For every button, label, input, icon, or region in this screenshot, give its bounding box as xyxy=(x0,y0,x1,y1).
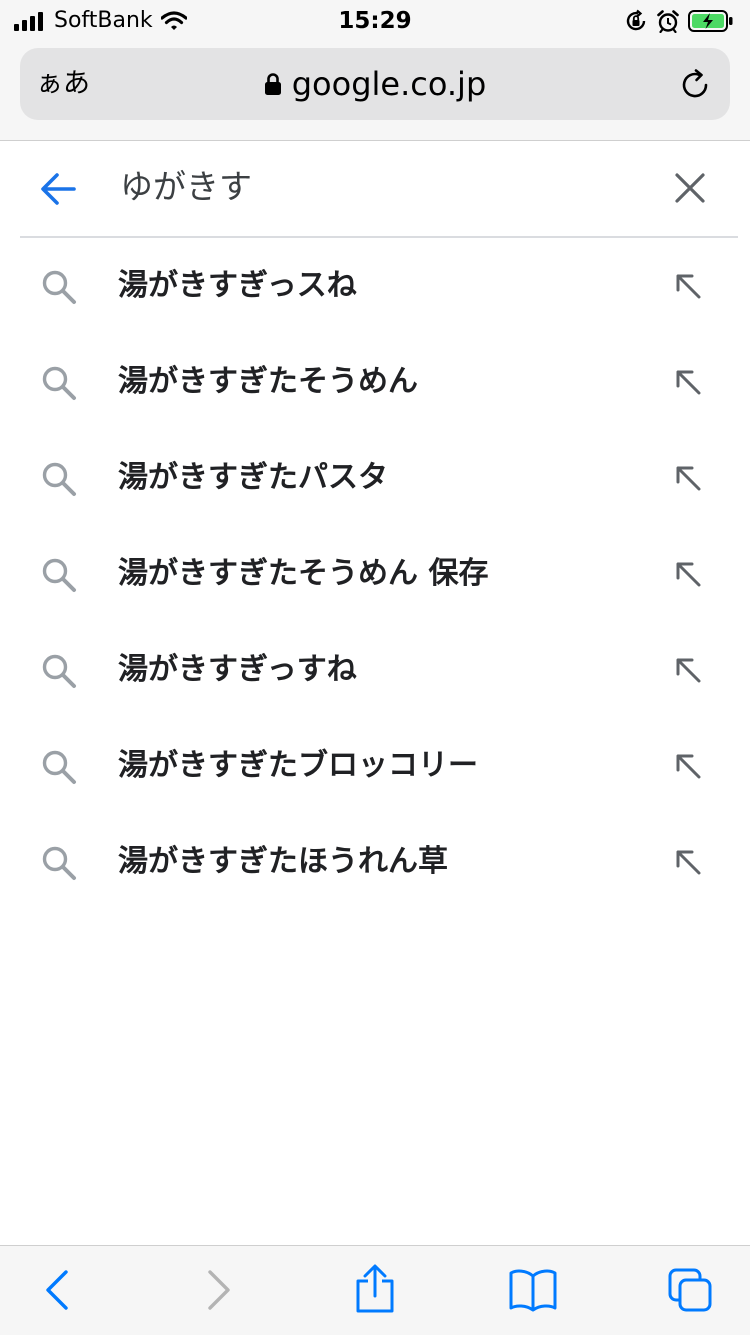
suggestion-text: 湯がきすぎたブロッコリー xyxy=(118,748,478,783)
search-input[interactable]: ゆがきす xyxy=(120,163,252,211)
fill-query-arrow-icon[interactable] xyxy=(674,560,702,588)
search-icon xyxy=(42,270,76,304)
bookmarks-icon[interactable] xyxy=(508,1268,558,1312)
suggestion-text: 湯がきすぎたそうめん xyxy=(118,364,418,399)
clear-icon[interactable] xyxy=(674,172,706,204)
status-bar: SoftBank 15:29 xyxy=(0,0,750,40)
suggestion-item[interactable]: 湯がきすぎたほうれん草 xyxy=(0,814,750,910)
reload-icon[interactable] xyxy=(678,68,712,102)
forward-icon[interactable] xyxy=(200,1268,236,1312)
search-icon xyxy=(42,558,76,592)
tabs-icon[interactable] xyxy=(666,1266,714,1314)
search-icon xyxy=(42,462,76,496)
fill-query-arrow-icon[interactable] xyxy=(674,368,702,396)
suggestion-text: 湯がきすぎたほうれん草 xyxy=(118,844,448,879)
search-icon xyxy=(42,366,76,400)
search-icon xyxy=(42,846,76,880)
suggestion-list: 湯がきすぎっスね 湯がきすぎたそうめん 湯がきすぎたパスタ 湯がきすぎたそうめん… xyxy=(0,238,750,910)
suggestion-item[interactable]: 湯がきすぎたそうめん 保存 xyxy=(0,526,750,622)
fill-query-arrow-icon[interactable] xyxy=(674,464,702,492)
search-icon xyxy=(42,654,76,688)
browser-toolbar xyxy=(0,1245,750,1335)
fill-query-arrow-icon[interactable] xyxy=(674,752,702,780)
fill-query-arrow-icon[interactable] xyxy=(674,848,702,876)
suggestion-item[interactable]: 湯がきすぎたそうめん xyxy=(0,334,750,430)
suggestion-text: 湯がきすぎっスね xyxy=(118,268,357,303)
suggestion-text: 湯がきすぎっすね xyxy=(118,652,357,687)
url-display[interactable]: google.co.jp xyxy=(20,48,730,120)
fill-query-arrow-icon[interactable] xyxy=(674,272,702,300)
back-icon[interactable] xyxy=(40,1268,76,1312)
suggestion-item[interactable]: 湯がきすぎっスね xyxy=(0,238,750,334)
suggestion-item[interactable]: 湯がきすぎたパスタ xyxy=(0,430,750,526)
status-bar-right xyxy=(616,7,734,35)
suggestion-item[interactable]: 湯がきすぎっすね xyxy=(0,622,750,718)
browser-address-area: ぁあ google.co.jp xyxy=(0,40,750,141)
suggestion-item[interactable]: 湯がきすぎたブロッコリー xyxy=(0,718,750,814)
fill-query-arrow-icon[interactable] xyxy=(674,656,702,684)
battery-charging-icon xyxy=(688,10,733,32)
search-icon xyxy=(42,750,76,784)
search-box: ゆがきす xyxy=(0,141,750,237)
alarm-icon xyxy=(657,10,679,33)
suggestion-text: 湯がきすぎたパスタ xyxy=(118,460,388,495)
address-bar[interactable]: ぁあ google.co.jp xyxy=(20,48,730,120)
suggestion-text: 湯がきすぎたそうめん 保存 xyxy=(118,556,489,591)
lock-icon xyxy=(264,73,281,95)
back-arrow-icon[interactable] xyxy=(38,169,78,209)
url-text: google.co.jp xyxy=(291,65,487,103)
orientation-lock-icon xyxy=(626,9,646,31)
share-icon[interactable] xyxy=(352,1263,398,1315)
